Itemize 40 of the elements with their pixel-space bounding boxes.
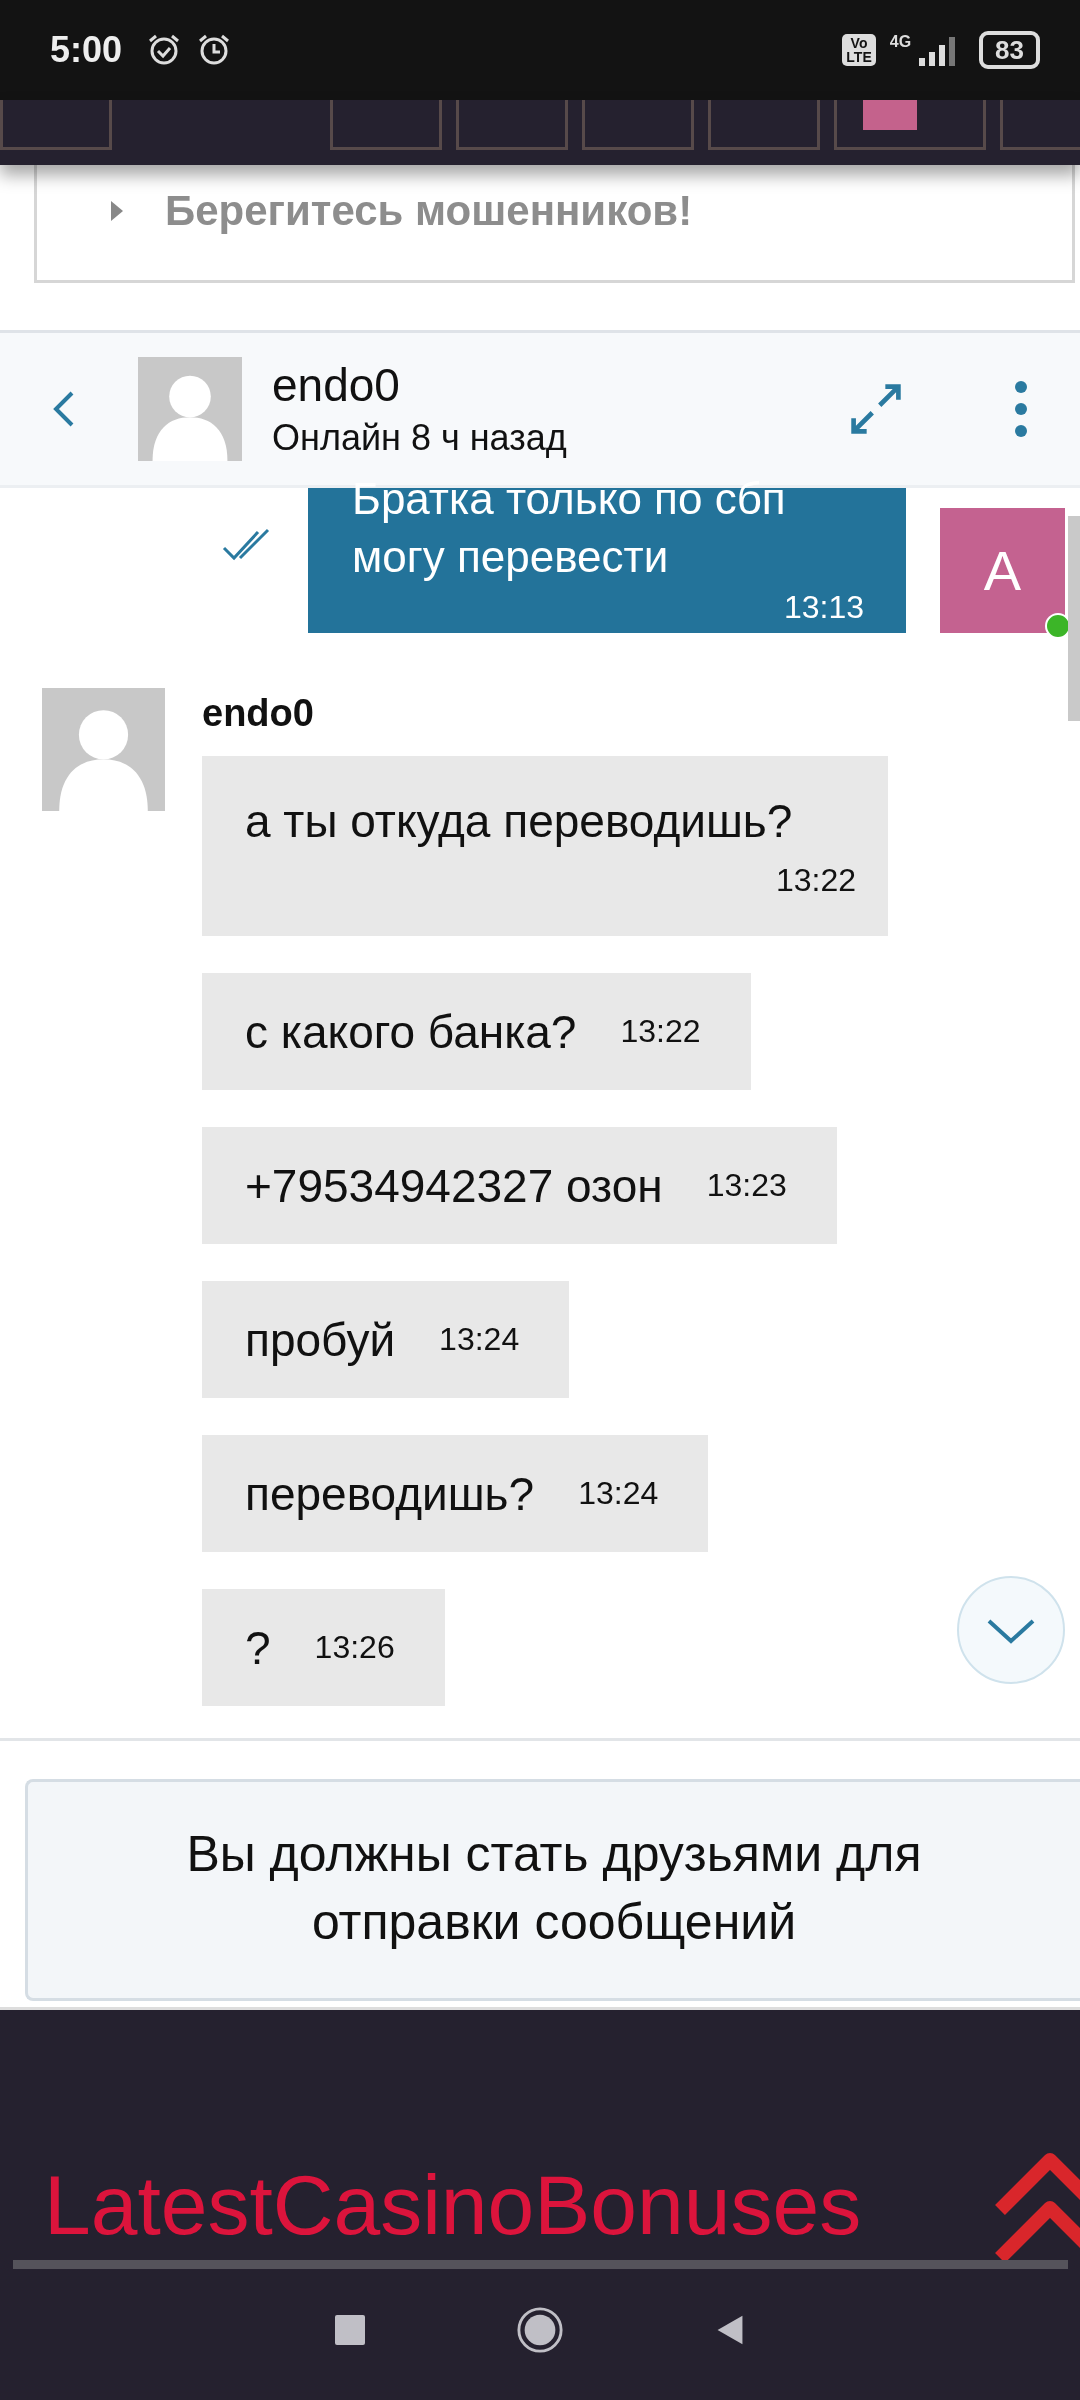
message-time: 13:22 bbox=[620, 1013, 701, 1050]
message-text: переводишь? bbox=[245, 1466, 535, 1521]
recent-apps-icon[interactable] bbox=[334, 2313, 366, 2346]
nav-tile[interactable] bbox=[1000, 100, 1080, 150]
message-text: +79534942327 озон bbox=[245, 1158, 663, 1213]
clock-time: 5:00 bbox=[50, 29, 123, 71]
warning-panel[interactable]: Берегитесь мошенников! bbox=[34, 165, 1075, 283]
sender-name: endo0 bbox=[202, 692, 314, 735]
friends-required-notice: Вы должны стать друзьями для отправки сообщений bbox=[25, 1779, 1080, 2001]
last-seen-status: Онлайн 8 ч назад bbox=[272, 416, 568, 460]
scroll-down-icon[interactable] bbox=[956, 1575, 1066, 1685]
contact-name: endo0 bbox=[272, 358, 401, 413]
message-text: ? bbox=[245, 1620, 271, 1675]
message-text: Братка только по сбп могу перевести bbox=[352, 473, 787, 583]
home-icon[interactable] bbox=[516, 2305, 564, 2354]
site-logo[interactable]: LatestCasinoBonuses bbox=[44, 2156, 862, 2254]
message-time: 13:24 bbox=[439, 1321, 520, 1358]
nav-tile[interactable] bbox=[834, 100, 986, 150]
back-icon[interactable] bbox=[52, 389, 76, 429]
message-time: 13:24 bbox=[578, 1475, 659, 1512]
network-type: 4G bbox=[889, 33, 912, 51]
message-time: 13:26 bbox=[314, 1629, 395, 1666]
message-time: 13:23 bbox=[706, 1167, 787, 1204]
nav-tile[interactable] bbox=[0, 100, 112, 150]
volte-badge: Vo LTE bbox=[842, 34, 876, 66]
nav-tile[interactable] bbox=[330, 100, 442, 150]
more-options-icon[interactable] bbox=[1014, 379, 1028, 439]
battery-indicator: 83 bbox=[979, 31, 1040, 69]
warning-text: Берегитесь мошенников! bbox=[165, 186, 693, 235]
message-time: 13:13 bbox=[783, 589, 864, 625]
expand-icon[interactable] bbox=[848, 381, 904, 437]
nav-tile[interactable] bbox=[456, 100, 568, 150]
user-avatar: А bbox=[940, 508, 1065, 633]
scrollbar[interactable] bbox=[1068, 516, 1080, 721]
message-time: 13:22 bbox=[775, 861, 856, 899]
message-text: а ты откуда переводишь? bbox=[245, 793, 793, 848]
nav-tile[interactable] bbox=[582, 100, 694, 150]
nav-tile[interactable] bbox=[708, 100, 820, 150]
message-text: с какого банка? bbox=[245, 1004, 577, 1059]
message-text: пробуй bbox=[245, 1312, 396, 1367]
